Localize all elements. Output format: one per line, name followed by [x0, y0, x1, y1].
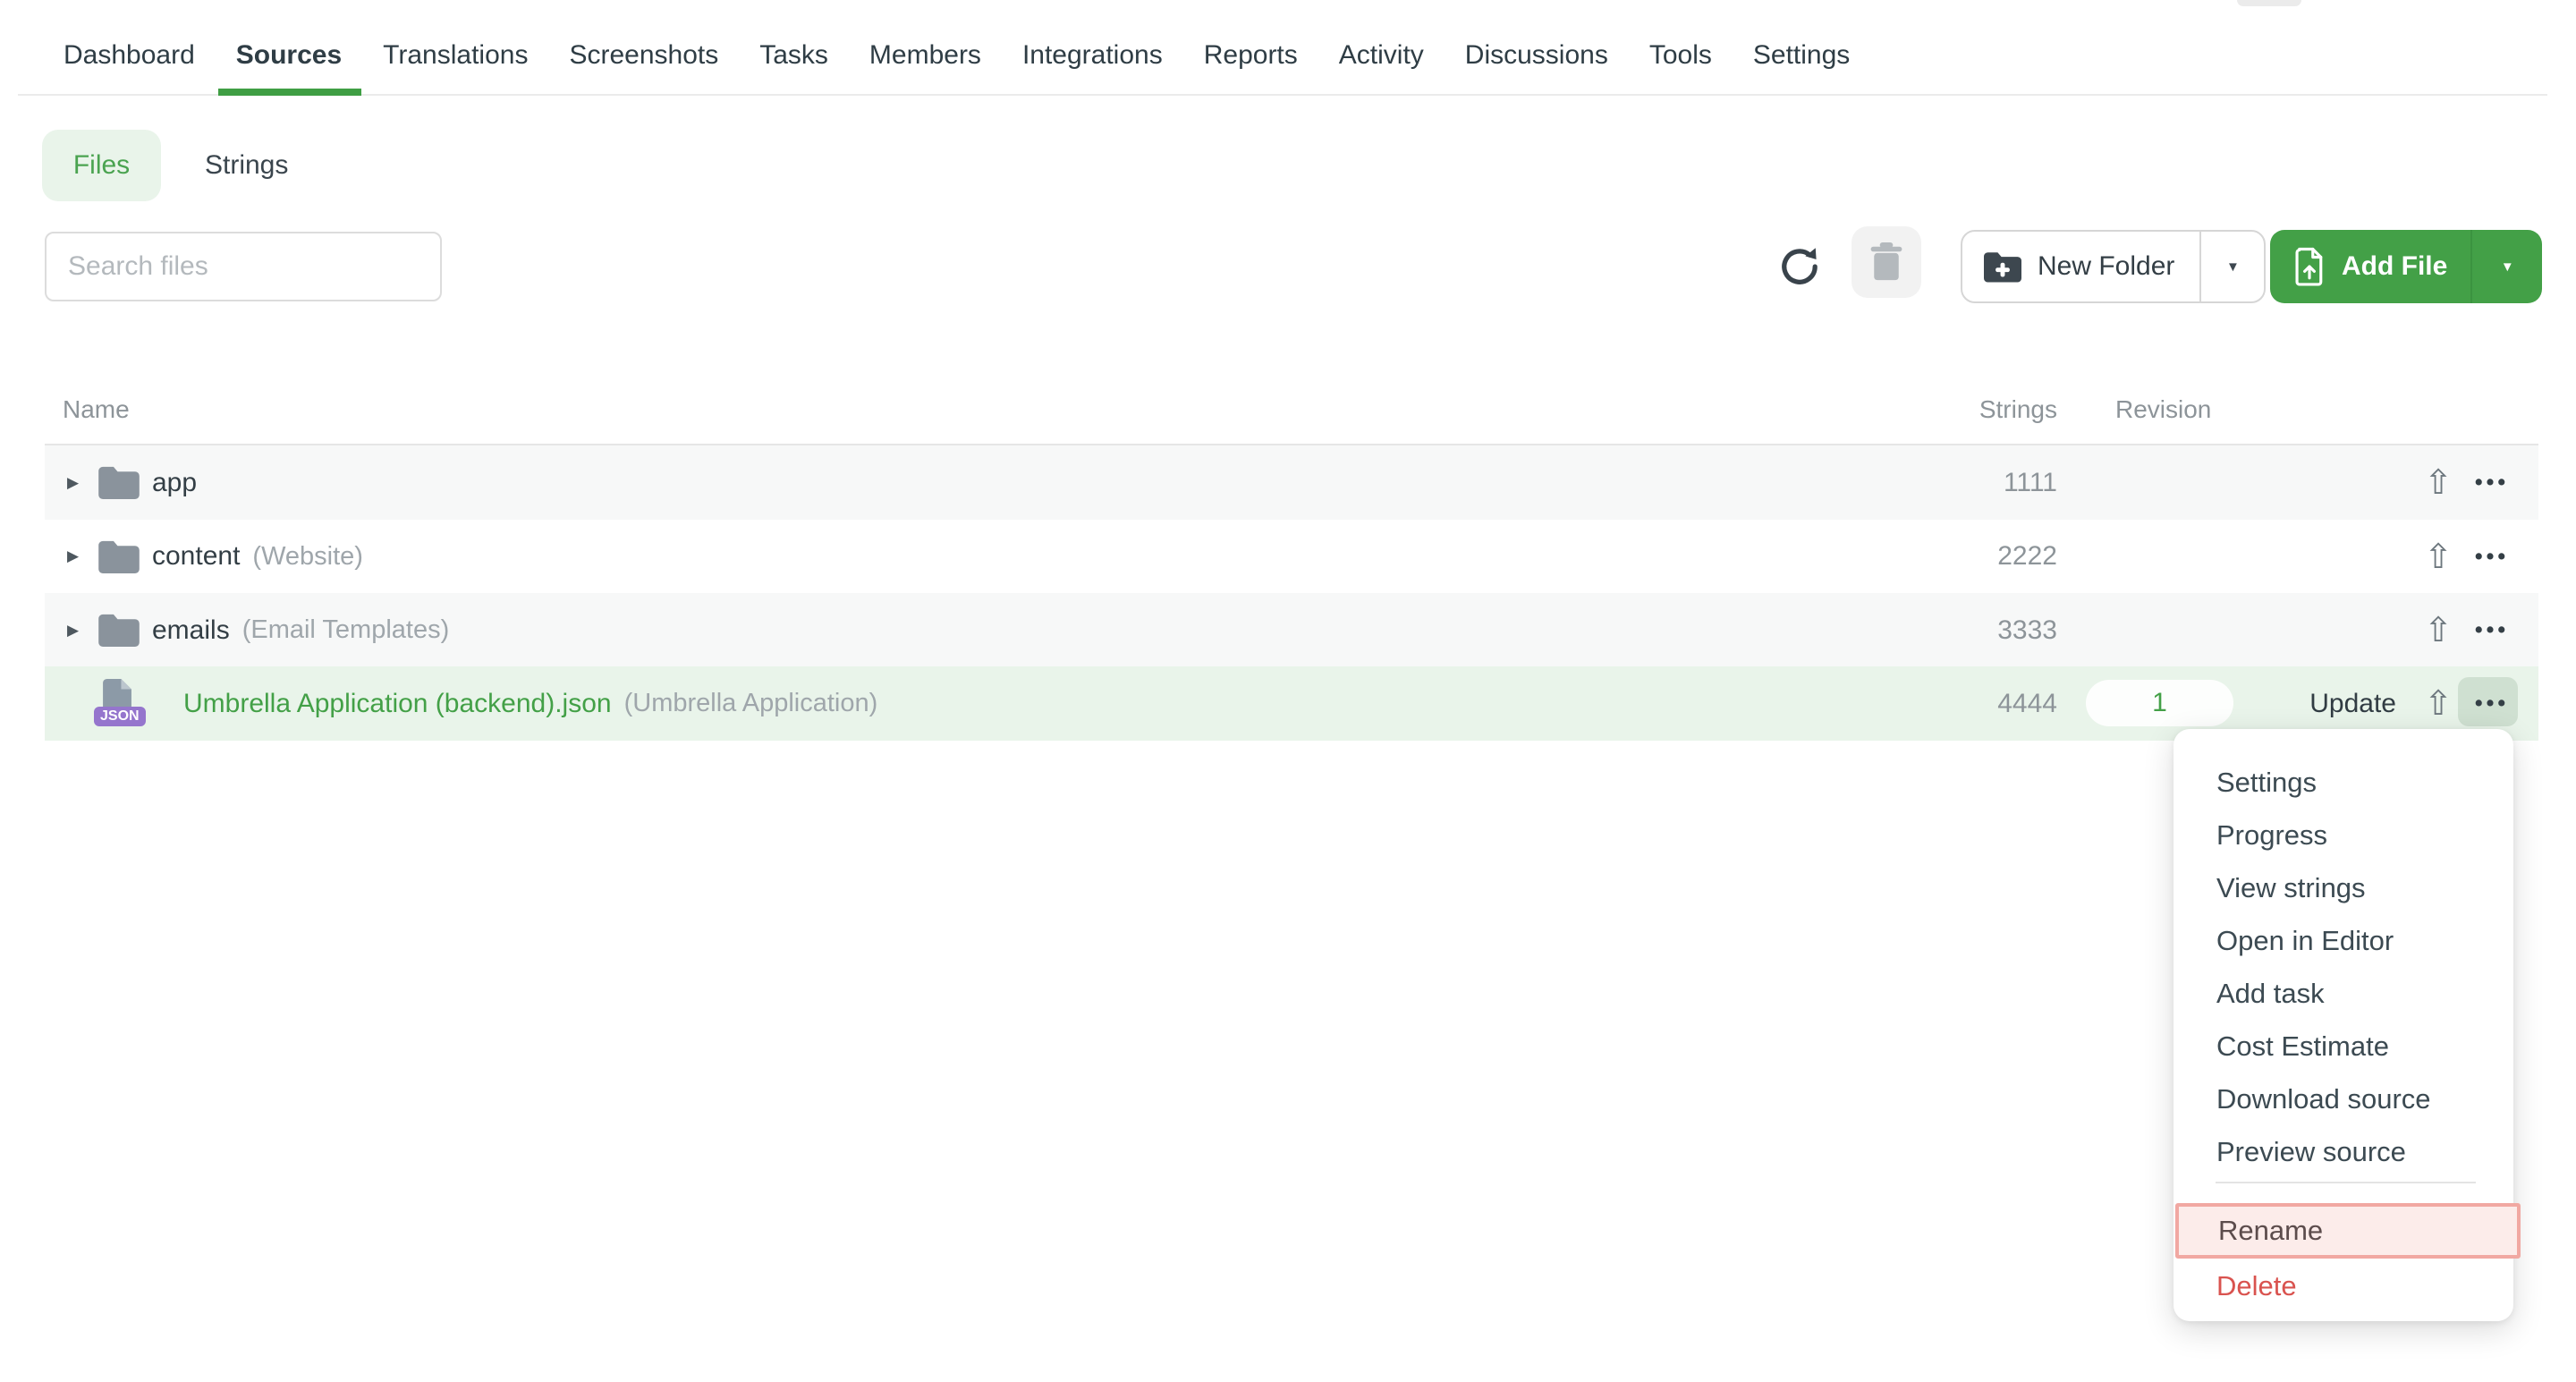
new-folder-split-button[interactable]: New Folder ▼	[1961, 230, 2266, 303]
menu-item-download-source[interactable]: Download source	[2174, 1073, 2513, 1125]
menu-item-view-strings[interactable]: View strings	[2174, 861, 2513, 914]
expand-caret-icon[interactable]: ▶	[67, 520, 79, 593]
folder-icon	[98, 539, 140, 573]
nav-item-translations[interactable]: Translations	[383, 14, 528, 96]
nav-item-settings[interactable]: Settings	[1753, 14, 1850, 96]
menu-item-cost-estimate[interactable]: Cost Estimate	[2174, 1020, 2513, 1073]
search-input[interactable]	[45, 232, 442, 301]
menu-separator	[2216, 1182, 2476, 1183]
new-folder-label: New Folder	[2038, 251, 2174, 282]
file-note: (Umbrella Application)	[624, 689, 878, 718]
refresh-button[interactable]	[1776, 243, 1823, 290]
chevron-down-icon: ▼	[2226, 259, 2240, 275]
file-name-link[interactable]: Umbrella Application (backend).json(Umbr…	[183, 666, 877, 741]
strings-count: 3333	[1878, 593, 2057, 667]
menu-item-preview-source[interactable]: Preview source	[2174, 1125, 2513, 1178]
delete-selected-button[interactable]	[1852, 226, 1921, 298]
add-file-button[interactable]: Add File	[2270, 230, 2470, 303]
row-more-actions-button[interactable]: •••	[2470, 445, 2513, 520]
menu-item-rename[interactable]: Rename	[2179, 1207, 2323, 1255]
nav-item-dashboard[interactable]: Dashboard	[64, 14, 195, 96]
refresh-icon	[1776, 243, 1823, 290]
add-file-split-button[interactable]: Add File ▼	[2270, 230, 2542, 303]
tab-strings[interactable]: Strings	[205, 130, 288, 201]
menu-item-add-task[interactable]: Add task	[2174, 967, 2513, 1020]
folder-name-link[interactable]: emails(Email Templates)	[152, 593, 449, 667]
table-row-folder-content[interactable]: ▶ content(Website) 2222 ⇧ •••	[45, 520, 2538, 593]
project-nav: Dashboard Sources Translations Screensho…	[64, 0, 1850, 96]
chevron-down-icon: ▼	[2501, 259, 2514, 275]
trash-icon	[1869, 242, 1903, 282]
file-upload-icon	[2293, 247, 2326, 286]
expand-caret-icon[interactable]: ▶	[67, 445, 79, 520]
upload-translations-icon[interactable]: ⇧	[2420, 520, 2456, 593]
folder-plus-icon	[1984, 250, 2021, 283]
folder-icon	[98, 613, 140, 647]
nav-item-reports[interactable]: Reports	[1204, 14, 1298, 96]
cutoff-top-element	[2237, 0, 2301, 6]
row-more-actions-button[interactable]: •••	[2470, 520, 2513, 593]
menu-item-progress[interactable]: Progress	[2174, 809, 2513, 861]
menu-item-open-in-editor[interactable]: Open in Editor	[2174, 914, 2513, 967]
folder-note: (Email Templates)	[242, 615, 450, 645]
nav-item-activity[interactable]: Activity	[1339, 14, 1424, 96]
revision-badge[interactable]: 1	[2086, 680, 2233, 726]
table-row-folder-app[interactable]: ▶ app 1111 ⇧ •••	[45, 445, 2538, 520]
nav-item-sources[interactable]: Sources	[236, 14, 342, 96]
nav-item-tools[interactable]: Tools	[1649, 14, 1712, 96]
menu-item-delete[interactable]: Delete	[2174, 1260, 2513, 1312]
folder-name-link[interactable]: content(Website)	[152, 520, 363, 593]
folder-icon	[98, 465, 140, 499]
menu-item-settings[interactable]: Settings	[2174, 756, 2513, 809]
column-header-strings: Strings	[1878, 376, 2057, 444]
table-row-folder-emails[interactable]: ▶ emails(Email Templates) 3333 ⇧ •••	[45, 593, 2538, 667]
tab-files[interactable]: Files	[42, 130, 161, 201]
nav-item-integrations[interactable]: Integrations	[1022, 14, 1163, 96]
column-header-revision: Revision	[2115, 376, 2211, 444]
nav-item-tasks[interactable]: Tasks	[759, 14, 828, 96]
new-folder-dropdown-toggle[interactable]: ▼	[2199, 232, 2264, 301]
file-table-header: Name Strings Revision	[45, 376, 2538, 444]
nav-item-discussions[interactable]: Discussions	[1465, 14, 1608, 96]
nav-item-screenshots[interactable]: Screenshots	[569, 14, 718, 96]
column-header-name: Name	[63, 376, 130, 444]
row-more-actions-button[interactable]: •••	[2470, 593, 2513, 667]
rename-highlight-annotation: Rename	[2175, 1203, 2521, 1259]
folder-note: (Website)	[252, 542, 363, 572]
new-folder-button[interactable]: New Folder	[1962, 232, 2199, 301]
table-row-file-umbrella-application-backend-json[interactable]: JSON Umbrella Application (backend).json…	[45, 666, 2538, 741]
add-file-label: Add File	[2342, 251, 2447, 282]
folder-name-link[interactable]: app	[152, 445, 197, 520]
json-format-badge: JSON	[94, 707, 146, 726]
strings-count: 2222	[1878, 520, 2057, 593]
upload-translations-icon[interactable]: ⇧	[2420, 593, 2456, 667]
expand-caret-icon[interactable]: ▶	[67, 593, 79, 667]
upload-translations-icon[interactable]: ⇧	[2420, 445, 2456, 520]
file-context-menu: Settings Progress View strings Open in E…	[2174, 729, 2513, 1321]
strings-count: 1111	[1878, 445, 2057, 520]
strings-count: 4444	[1878, 666, 2057, 741]
nav-item-members[interactable]: Members	[869, 14, 981, 96]
add-file-dropdown-toggle[interactable]: ▼	[2470, 230, 2542, 303]
